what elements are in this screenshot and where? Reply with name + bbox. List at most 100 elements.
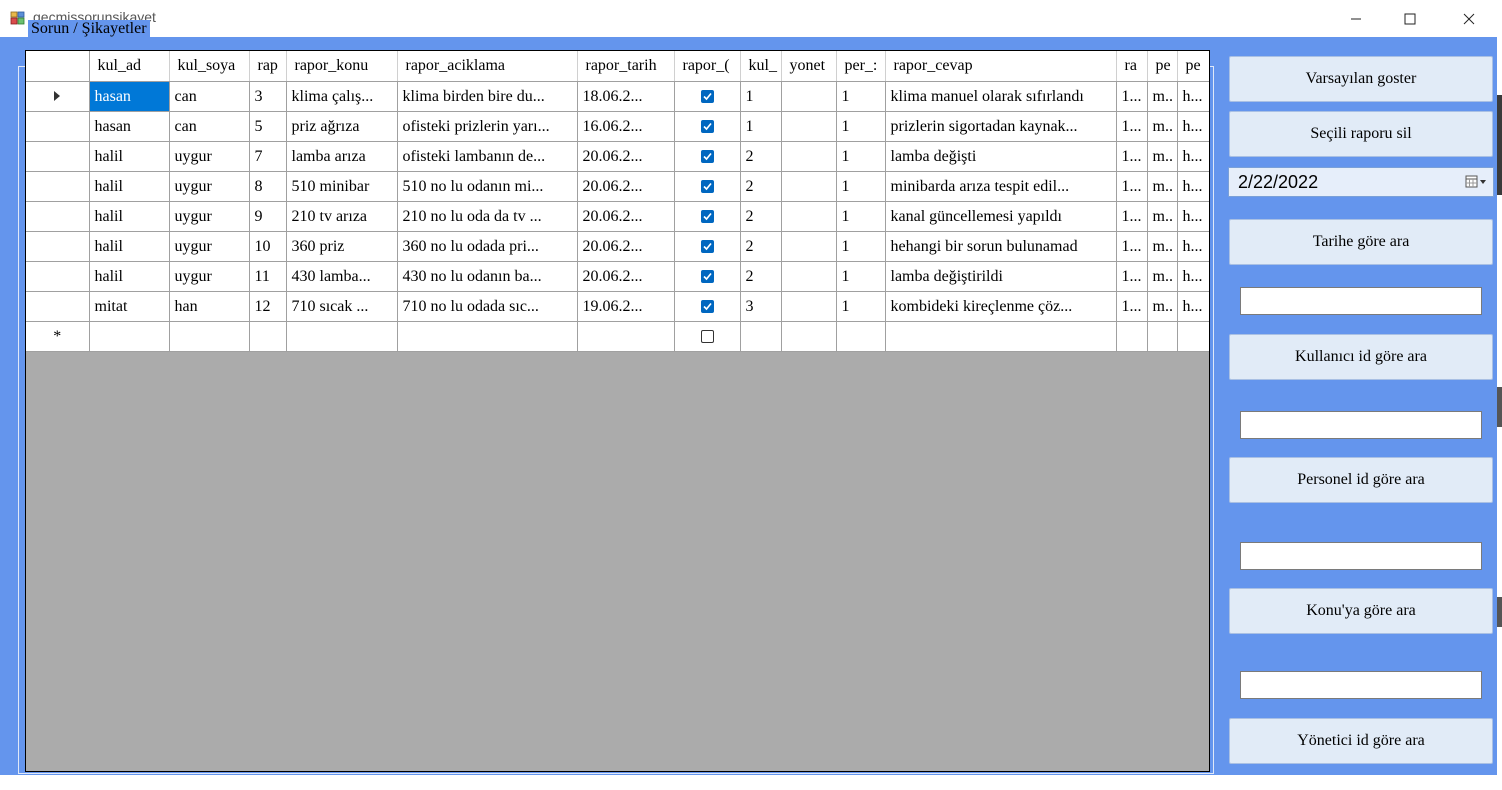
- grid-cell[interactable]: 7: [249, 141, 287, 172]
- row-header[interactable]: [26, 201, 90, 232]
- grid-cell[interactable]: h...: [1177, 111, 1209, 142]
- delete-selected-report-button[interactable]: Seçili raporu sil: [1229, 111, 1493, 157]
- grid-cell[interactable]: [169, 321, 250, 352]
- show-default-button[interactable]: Varsayılan goster: [1229, 56, 1493, 102]
- grid-cell[interactable]: can: [169, 81, 250, 112]
- grid-cell[interactable]: [781, 141, 837, 172]
- grid-cell[interactable]: priz ağrıza: [286, 111, 398, 142]
- grid-cell[interactable]: ofisteki lambanın de...: [397, 141, 578, 172]
- grid-cell[interactable]: 19.06.2...: [577, 291, 675, 322]
- column-header[interactable]: yonet: [781, 51, 837, 82]
- grid-cell[interactable]: 710 no lu odada sıc...: [397, 291, 578, 322]
- grid-cell[interactable]: 2: [740, 201, 782, 232]
- search-by-date-button[interactable]: Tarihe göre ara: [1229, 219, 1493, 265]
- grid-cell[interactable]: 1...: [1116, 261, 1148, 292]
- search-by-admin-id-button[interactable]: Yönetici id göre ara: [1229, 718, 1493, 764]
- checkbox-cell[interactable]: [674, 81, 741, 112]
- checkbox[interactable]: [700, 330, 714, 344]
- grid-cell[interactable]: kombideki kireçlenme çöz...: [885, 291, 1117, 322]
- column-header[interactable]: rapor_aciklama: [397, 51, 578, 82]
- grid-cell[interactable]: 1: [740, 81, 782, 112]
- grid-cell[interactable]: 1: [836, 261, 886, 292]
- grid-cell[interactable]: hasan: [89, 81, 170, 112]
- grid-cell[interactable]: h...: [1177, 231, 1209, 262]
- column-header[interactable]: rapor_tarih: [577, 51, 675, 82]
- grid-cell[interactable]: 1: [836, 231, 886, 262]
- grid-cell[interactable]: 5: [249, 111, 287, 142]
- checkbox[interactable]: [700, 210, 714, 224]
- table-row[interactable]: mitat han 12 710 sıcak ... 710 no lu odada s…: [26, 291, 1209, 322]
- grid-cell[interactable]: 210 no lu oda da tv ...: [397, 201, 578, 232]
- grid-cell[interactable]: 1...: [1116, 171, 1148, 202]
- grid-cell[interactable]: [577, 321, 675, 352]
- grid-cell[interactable]: minibarda arıza tespit edil...: [885, 171, 1117, 202]
- grid-cell[interactable]: 360 no lu odada pri...: [397, 231, 578, 262]
- row-header[interactable]: [26, 231, 90, 262]
- checkbox-cell[interactable]: [674, 171, 741, 202]
- grid-cell[interactable]: can: [169, 111, 250, 142]
- checkbox[interactable]: [700, 120, 714, 134]
- grid-cell[interactable]: hehangi bir sorun bulunamad: [885, 231, 1117, 262]
- table-row[interactable]: halil uygur 9 210 tv arıza 210 no lu oda da …: [26, 201, 1209, 232]
- grid-cell[interactable]: 710 sıcak ...: [286, 291, 398, 322]
- grid-cell[interactable]: m..: [1147, 111, 1178, 142]
- grid-cell[interactable]: [1147, 321, 1178, 352]
- grid-cell[interactable]: 1: [836, 111, 886, 142]
- grid-cell[interactable]: halil: [89, 171, 170, 202]
- grid-cell[interactable]: lamba arıza: [286, 141, 398, 172]
- grid-cell[interactable]: 430 no lu odanın ba...: [397, 261, 578, 292]
- new-row[interactable]: *: [26, 321, 1209, 352]
- table-row[interactable]: hasan can 3 klima çalış... klima birden bire…: [26, 81, 1209, 112]
- table-row[interactable]: halil uygur 11 430 lamba... 430 no lu odanın…: [26, 261, 1209, 292]
- grid-cell[interactable]: [397, 321, 578, 352]
- grid-cell[interactable]: [781, 231, 837, 262]
- grid-cell[interactable]: m..: [1147, 81, 1178, 112]
- grid-cell[interactable]: 3: [249, 81, 287, 112]
- grid-cell[interactable]: [781, 81, 837, 112]
- grid-cell[interactable]: 20.06.2...: [577, 171, 675, 202]
- column-header[interactable]: rapor_(: [674, 51, 741, 82]
- grid-cell[interactable]: 1: [740, 111, 782, 142]
- grid-cell[interactable]: kanal güncellemesi yapıldı: [885, 201, 1117, 232]
- grid-cell[interactable]: 210 tv arıza: [286, 201, 398, 232]
- grid-cell[interactable]: [89, 321, 170, 352]
- grid-cell[interactable]: h...: [1177, 81, 1209, 112]
- grid-cell[interactable]: 8: [249, 171, 287, 202]
- grid-cell[interactable]: 1: [836, 141, 886, 172]
- row-header[interactable]: [26, 141, 90, 172]
- grid-cell[interactable]: m..: [1147, 291, 1178, 322]
- grid-cell[interactable]: 2: [740, 261, 782, 292]
- grid-cell[interactable]: [286, 321, 398, 352]
- grid-cell[interactable]: mitat: [89, 291, 170, 322]
- grid-cell[interactable]: uygur: [169, 201, 250, 232]
- column-header[interactable]: kul_ad: [89, 51, 170, 82]
- topic-search-input[interactable]: [1240, 542, 1482, 570]
- grid-cell[interactable]: h...: [1177, 171, 1209, 202]
- grid-cell[interactable]: m..: [1147, 141, 1178, 172]
- grid-cell[interactable]: lamba değişti: [885, 141, 1117, 172]
- grid-cell[interactable]: 1...: [1116, 291, 1148, 322]
- grid-cell[interactable]: [781, 291, 837, 322]
- grid-cell[interactable]: 20.06.2...: [577, 231, 675, 262]
- checkbox-cell[interactable]: [674, 291, 741, 322]
- checkbox[interactable]: [700, 90, 714, 104]
- grid-cell[interactable]: 3: [740, 291, 782, 322]
- grid-cell[interactable]: [836, 321, 886, 352]
- search-by-user-id-button[interactable]: Kullanıcı id göre ara: [1229, 334, 1493, 380]
- grid-cell[interactable]: 20.06.2...: [577, 141, 675, 172]
- grid-cell[interactable]: h...: [1177, 261, 1209, 292]
- grid-cell[interactable]: klima çalış...: [286, 81, 398, 112]
- checkbox-cell[interactable]: [674, 261, 741, 292]
- close-button[interactable]: [1440, 0, 1498, 37]
- grid-cell[interactable]: 10: [249, 231, 287, 262]
- row-header[interactable]: [26, 291, 90, 322]
- grid-cell[interactable]: h...: [1177, 201, 1209, 232]
- grid-cell[interactable]: 20.06.2...: [577, 201, 675, 232]
- column-header[interactable]: rapor_konu: [286, 51, 398, 82]
- maximize-button[interactable]: [1381, 0, 1439, 37]
- grid-cell[interactable]: uygur: [169, 261, 250, 292]
- grid-cell[interactable]: 1: [836, 201, 886, 232]
- grid-cell[interactable]: 2: [740, 231, 782, 262]
- grid-cell[interactable]: 1...: [1116, 201, 1148, 232]
- checkbox[interactable]: [700, 270, 714, 284]
